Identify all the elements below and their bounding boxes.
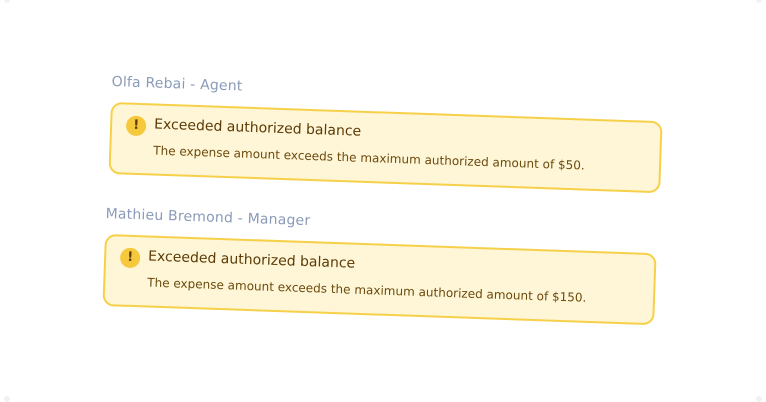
warning-alert: ! Exceeded authorized balance The expens…	[102, 233, 657, 326]
approver-group-manager: Mathieu Bremond - Manager ! Exceeded aut…	[102, 204, 657, 326]
alert-title: Exceeded authorized balance	[153, 116, 362, 140]
approver-group-agent: Olfa Rebai - Agent ! Exceeded authorized…	[108, 72, 663, 194]
alert-message: The expense amount exceeds the maximum a…	[153, 143, 585, 173]
alert-title: Exceeded authorized balance	[147, 248, 356, 272]
alert-message: The expense amount exceeds the maximum a…	[147, 275, 587, 305]
corner-marker	[4, 396, 10, 402]
corner-marker	[756, 0, 762, 3]
corner-marker	[4, 0, 10, 3]
corner-marker	[756, 396, 762, 402]
exclamation-circle-icon: !	[119, 247, 141, 269]
exclamation-circle-icon: !	[125, 115, 147, 137]
approval-warnings-canvas: Olfa Rebai - Agent ! Exceeded authorized…	[0, 0, 766, 402]
warning-alert: ! Exceeded authorized balance The expens…	[108, 101, 663, 194]
